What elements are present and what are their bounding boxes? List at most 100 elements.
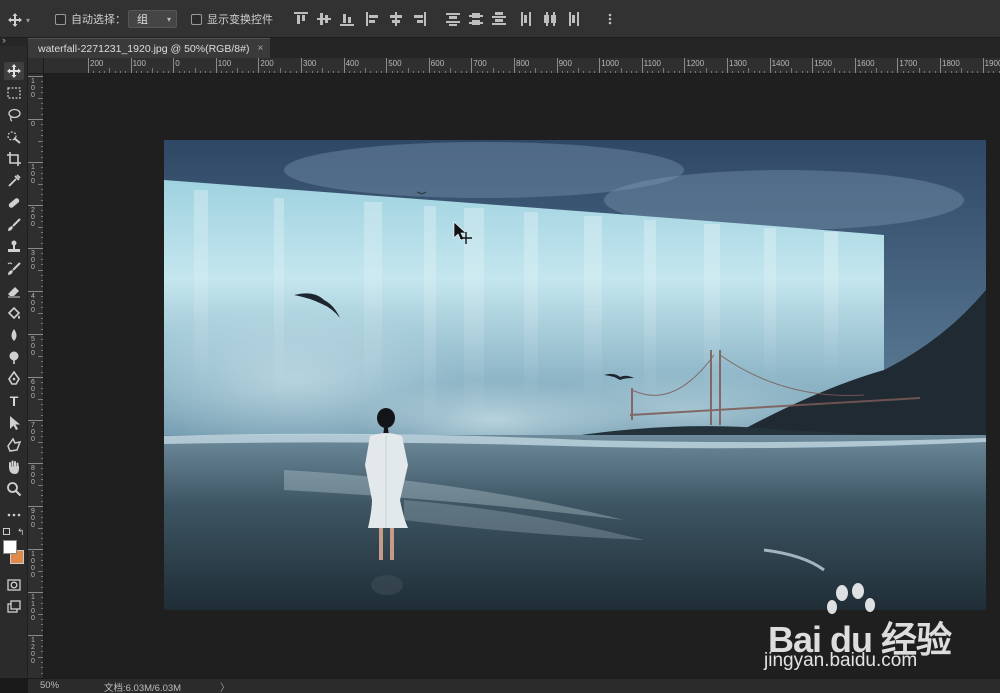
ruler-tick bbox=[812, 58, 814, 73]
canvas-area[interactable] bbox=[44, 74, 1000, 678]
dodge-icon bbox=[9, 351, 19, 364]
document-tab-bar: waterfall-2271231_1920.jpg @ 50%(RGB/8#)… bbox=[28, 38, 1000, 58]
zoom-tool[interactable] bbox=[4, 480, 24, 498]
ruler-label: 200 bbox=[90, 59, 104, 68]
brush-tool[interactable] bbox=[4, 216, 24, 234]
ruler-label: 1 0 0 bbox=[31, 78, 35, 99]
ruler-tick bbox=[28, 377, 43, 378]
tool-preset-picker[interactable]: ▾ bbox=[8, 11, 36, 29]
rectangular-marquee-tool[interactable] bbox=[4, 84, 24, 102]
blur-tool[interactable] bbox=[4, 326, 24, 344]
align-top-edges-icon[interactable] bbox=[294, 12, 308, 26]
align-horizontal-centers-icon[interactable] bbox=[389, 12, 403, 26]
history-brush-tool[interactable] bbox=[4, 260, 24, 278]
eyedropper-tool[interactable] bbox=[4, 172, 24, 190]
dodge-tool[interactable] bbox=[4, 348, 24, 366]
bandage-icon bbox=[8, 198, 20, 208]
lasso-tool[interactable] bbox=[4, 106, 24, 124]
more-tools-button[interactable] bbox=[4, 506, 24, 524]
ruler-label: 3 0 0 bbox=[31, 250, 35, 271]
foreground-color-swatch[interactable] bbox=[3, 540, 17, 554]
ruler-label: 500 bbox=[388, 59, 402, 68]
quick-mask-button[interactable] bbox=[4, 576, 24, 594]
document-size-info: 文档:6.03M/6.03M bbox=[104, 683, 182, 693]
document-image[interactable] bbox=[164, 140, 986, 610]
distribute-bottom-edges-icon[interactable] bbox=[492, 12, 506, 26]
swap-colors-icon[interactable]: ↰ bbox=[17, 528, 25, 537]
auto-select-checkbox[interactable] bbox=[55, 13, 66, 25]
ruler-label: 8 0 0 bbox=[31, 465, 35, 486]
healing-brush-tool[interactable] bbox=[4, 194, 24, 212]
distribute-vertical-centers-icon[interactable] bbox=[469, 12, 483, 26]
ruler-label: 800 bbox=[516, 59, 530, 68]
default-colors-icon[interactable] bbox=[3, 528, 10, 535]
align-left-edges-icon[interactable] bbox=[366, 12, 380, 26]
quick-selection-tool[interactable] bbox=[4, 128, 24, 146]
distribute-right-edges-icon[interactable] bbox=[566, 12, 580, 26]
document-tab[interactable]: waterfall-2271231_1920.jpg @ 50%(RGB/8#)… bbox=[28, 38, 270, 58]
ruler-tick bbox=[514, 58, 515, 73]
close-icon[interactable]: × bbox=[257, 43, 263, 54]
ruler-label: 2 0 0 bbox=[31, 207, 35, 228]
ruler-tick bbox=[28, 463, 43, 464]
move-tool[interactable] bbox=[4, 62, 24, 80]
ruler-label: 700 bbox=[473, 59, 487, 68]
ruler-label: 9 0 0 bbox=[31, 508, 35, 529]
auto-select-target-dropdown[interactable]: 组 ▾ bbox=[128, 10, 177, 28]
ruler-label: 1300 bbox=[729, 59, 747, 68]
show-transform-checkbox[interactable] bbox=[191, 13, 202, 25]
options-bar: ▾ 自动选择： 组 ▾ 显示变换控件 bbox=[0, 0, 1000, 38]
show-transform-option[interactable]: 显示变换控件 bbox=[191, 10, 273, 28]
vertical-ruler[interactable]: 1 0 0 0 1 0 0 2 0 0 3 0 0 4 0 0 5 0 0 6 0 0 7 0 … bbox=[28, 74, 44, 678]
paint-bucket-icon bbox=[7, 306, 21, 320]
distribute-horizontal-centers-icon[interactable] bbox=[543, 12, 557, 26]
align-bottom-edges-icon[interactable] bbox=[340, 12, 354, 26]
status-menu-arrow-icon[interactable]: 〉 bbox=[220, 679, 230, 693]
ruler-label: 1600 bbox=[856, 59, 875, 68]
distribute-left-edges-icon[interactable] bbox=[520, 12, 534, 26]
screen-mode-button[interactable] bbox=[4, 598, 24, 616]
ruler-tick bbox=[130, 58, 132, 73]
crop-tool[interactable] bbox=[4, 150, 24, 168]
path-selection-tool[interactable] bbox=[4, 414, 24, 432]
ruler-tick bbox=[28, 248, 43, 249]
align-right-edges-icon[interactable] bbox=[412, 12, 426, 26]
screen-mode-icon bbox=[7, 600, 21, 613]
paint-bucket-tool[interactable] bbox=[4, 304, 24, 322]
ruler-label: 400 bbox=[345, 59, 359, 68]
type-tool[interactable]: T bbox=[4, 392, 24, 410]
distribute-top-edges-icon[interactable] bbox=[446, 12, 460, 26]
arrow-pointer-icon bbox=[10, 416, 20, 430]
zoom-level[interactable]: 50% bbox=[40, 680, 59, 691]
horizontal-ruler[interactable]: 200 100 0 100 200 300 400 500 600 700 800 900 1000 11… bbox=[44, 58, 1000, 74]
marquee-icon bbox=[7, 87, 21, 99]
ruler-tick bbox=[301, 58, 302, 73]
ruler-tick bbox=[88, 58, 89, 73]
pen-tool[interactable] bbox=[4, 370, 24, 388]
eraser-icon bbox=[8, 287, 20, 298]
ruler-tick bbox=[556, 58, 558, 73]
status-bar: 50% 文档:6.03M/6.03M 〉 bbox=[28, 678, 1000, 693]
align-vertical-centers-icon[interactable] bbox=[317, 12, 331, 26]
distribute-group bbox=[446, 12, 506, 26]
eraser-tool[interactable] bbox=[4, 282, 24, 300]
ruler-label: 1 2 0 0 bbox=[31, 637, 35, 665]
chevron-down-icon: ▾ bbox=[166, 15, 171, 24]
hand-tool[interactable] bbox=[4, 458, 24, 476]
more-options-icon[interactable] bbox=[604, 12, 616, 26]
distribute-horizontal-group bbox=[520, 12, 580, 26]
ruler-origin[interactable] bbox=[28, 58, 44, 74]
ruler-tick bbox=[28, 635, 43, 636]
color-swatches: ↰ bbox=[3, 528, 25, 572]
pen-icon bbox=[8, 371, 20, 385]
ruler-label: 1200 bbox=[686, 59, 705, 68]
auto-select-option[interactable]: 自动选择： bbox=[55, 10, 126, 28]
ruler-tick bbox=[28, 76, 43, 77]
ruler-label: 7 0 0 bbox=[31, 422, 35, 443]
clone-stamp-tool[interactable] bbox=[4, 238, 24, 256]
ruler-label: 5 0 0 bbox=[31, 336, 35, 357]
custom-shape-tool[interactable] bbox=[4, 436, 24, 454]
waterfall-photo bbox=[164, 140, 986, 610]
ruler-tick bbox=[641, 58, 643, 73]
drop-icon bbox=[11, 329, 17, 341]
